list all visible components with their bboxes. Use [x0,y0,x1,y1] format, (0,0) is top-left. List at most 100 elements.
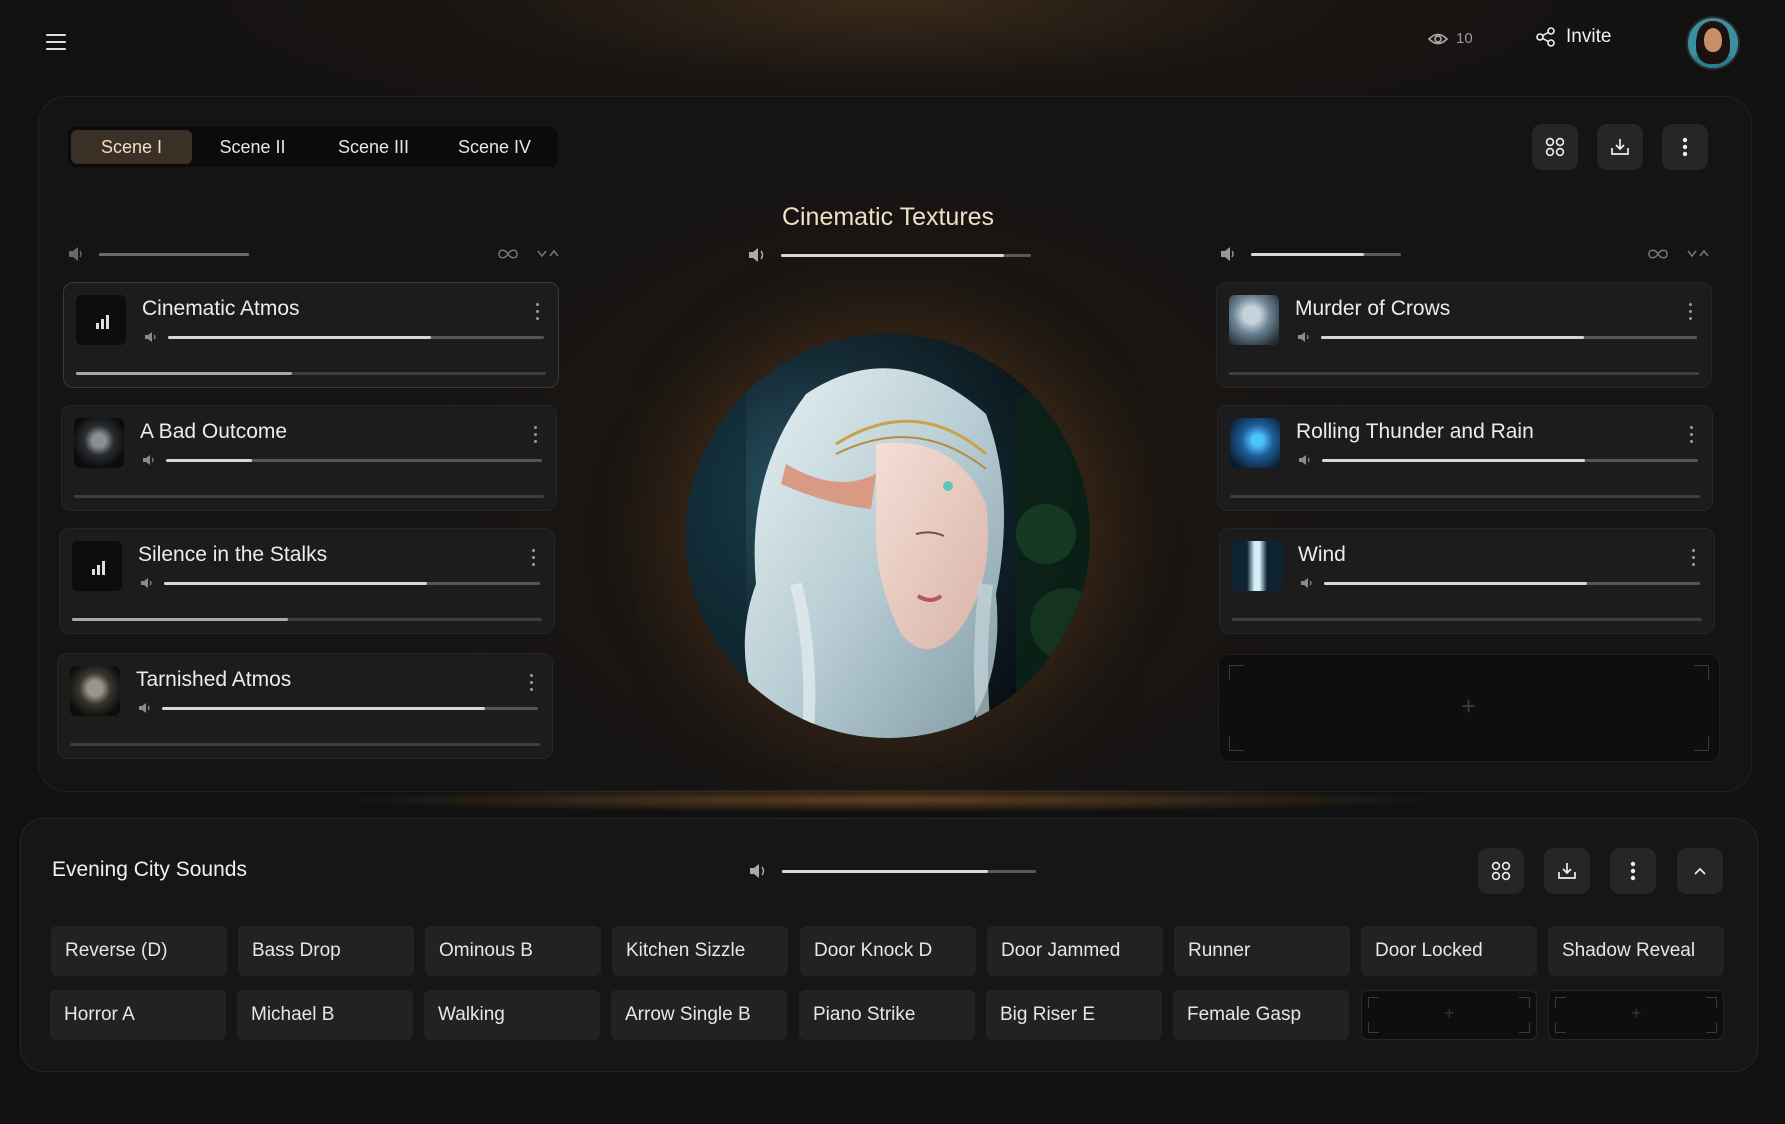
sound-effect-button[interactable]: Piano Strike [799,990,975,1040]
track-volume-slider[interactable] [166,458,542,462]
track-progress-bar[interactable] [70,743,540,746]
loop-icon[interactable] [497,248,519,260]
track-volume-slider[interactable] [1324,581,1700,585]
track-volume-slider[interactable] [168,335,544,339]
speaker-icon[interactable] [748,862,768,880]
empty-sound-slot[interactable]: + [1548,990,1724,1040]
sound-effect-button[interactable]: Horror A [50,990,226,1040]
master-volume-slider[interactable] [781,253,1031,257]
track-volume-slider[interactable] [164,581,540,585]
left-volume-slider[interactable] [99,252,249,256]
track-volume-slider[interactable] [1322,458,1698,462]
track-card[interactable]: A Bad Outcome [61,405,557,511]
track-menu-icon[interactable] [530,547,536,567]
sound-effect-button[interactable]: Female Gasp [1173,990,1349,1040]
speaker-icon[interactable] [1298,454,1312,466]
eye-icon [1428,33,1448,44]
invite-button[interactable]: Invite [1536,26,1611,48]
track-menu-icon[interactable] [528,672,534,692]
track-menu-icon[interactable] [534,301,540,321]
loop-icon[interactable] [1647,248,1669,260]
sound-effect-button[interactable]: Door Knock D [800,926,976,976]
waterfall-thumbnail [1232,541,1282,591]
avatar[interactable] [1686,16,1740,70]
track-card[interactable]: Silence in the Stalks [59,528,555,634]
tab-scene-4[interactable]: Scene IV [434,130,555,164]
collapse-expand-icon[interactable] [1687,248,1709,260]
hamburger-menu-icon[interactable] [40,28,74,56]
track-volume [1298,454,1698,466]
collapse-expand-icon[interactable] [537,248,559,260]
more-options-button[interactable] [1662,124,1708,170]
sound-effect-button[interactable]: Runner [1174,926,1350,976]
track-progress-bar[interactable] [1232,618,1702,621]
soundboard-grid-button[interactable] [1478,848,1524,894]
track-progress-bar[interactable] [72,618,542,621]
audio-bars-icon [72,541,122,591]
share-icon [1536,27,1555,47]
track-menu-icon[interactable] [532,424,538,444]
sound-effect-button[interactable]: Reverse (D) [51,926,227,976]
speaker-icon[interactable] [142,454,156,466]
sound-effect-button[interactable]: Michael B [237,990,413,1040]
track-card[interactable]: Rolling Thunder and Rain [1217,405,1713,511]
track-progress-bar[interactable] [74,495,544,498]
download-button[interactable] [1597,124,1643,170]
sound-effect-button[interactable]: Ominous B [425,926,601,976]
sound-effect-button[interactable]: Shadow Reveal [1548,926,1724,976]
speaker-icon[interactable] [138,702,152,714]
track-title: Silence in the Stalks [138,543,328,566]
track-volume [142,454,542,466]
sound-effect-button[interactable]: Door Jammed [987,926,1163,976]
grid-view-button[interactable] [1532,124,1578,170]
soundboard-download-button[interactable] [1544,848,1590,894]
track-volume-slider[interactable] [1321,335,1697,339]
sound-effect-button[interactable]: Door Locked [1361,926,1537,976]
tab-scene-3[interactable]: Scene III [313,130,434,164]
master-volume [747,246,1031,264]
track-card[interactable]: Wind [1219,528,1715,634]
speaker-icon[interactable] [1300,577,1314,589]
track-progress-bar[interactable] [76,372,546,375]
track-card[interactable]: Murder of Crows [1216,282,1712,388]
sound-effect-button[interactable]: Bass Drop [238,926,414,976]
right-volume-slider[interactable] [1251,252,1401,256]
sound-effect-button[interactable]: Arrow Single B [611,990,787,1040]
speaker-icon[interactable] [1219,246,1237,262]
grid-icon [1545,137,1565,157]
tab-scene-2[interactable]: Scene II [192,130,313,164]
soundboard-more-button[interactable] [1610,848,1656,894]
track-progress-bar[interactable] [1230,495,1700,498]
sound-effect-button[interactable]: Walking [424,990,600,1040]
empty-sound-slot[interactable]: + [1361,990,1537,1040]
skull-thumbnail [70,666,120,716]
track-volume [1297,331,1697,343]
viewer-count-label: 10 [1456,30,1473,47]
sound-effect-button[interactable]: Kitchen Sizzle [612,926,788,976]
track-menu-icon[interactable] [1688,424,1694,444]
tab-scene-1[interactable]: Scene I [71,130,192,164]
track-progress-bar[interactable] [1229,372,1699,375]
speaker-icon[interactable] [747,246,767,264]
track-menu-icon[interactable] [1687,301,1693,321]
elf-portrait-image [686,334,1090,738]
track-card[interactable]: Tarnished Atmos [57,653,553,759]
scene-artwork [686,334,1090,738]
track-title: Cinematic Atmos [142,297,300,320]
collapse-soundboard-button[interactable] [1677,848,1723,894]
track-menu-icon[interactable] [1690,547,1696,567]
vertical-dots-icon [1682,137,1688,157]
track-card[interactable]: Cinematic Atmos [63,282,559,388]
track-volume-slider[interactable] [162,706,538,710]
sound-effect-button[interactable]: Big Riser E [986,990,1162,1040]
add-track-slot[interactable]: + [1218,654,1720,762]
soundboard-volume [748,862,1036,880]
speaker-icon[interactable] [144,331,158,343]
speaker-icon[interactable] [140,577,154,589]
speaker-icon[interactable] [67,246,85,262]
track-volume [140,577,540,589]
speaker-icon[interactable] [1297,331,1311,343]
download-icon [1558,863,1576,879]
download-icon [1611,139,1629,155]
soundboard-volume-slider[interactable] [782,869,1036,873]
